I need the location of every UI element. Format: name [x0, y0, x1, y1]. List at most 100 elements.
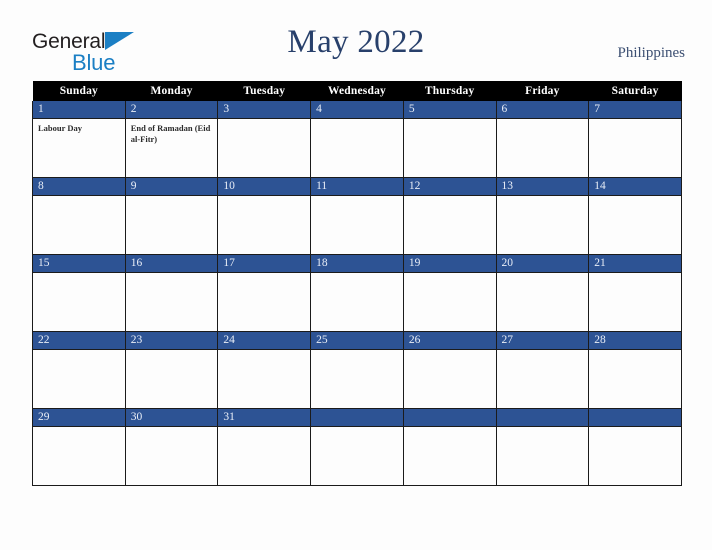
calendar-week-row: 15 16 17 18 19 20 21: [32, 254, 682, 332]
weekday-header-friday: Friday: [496, 81, 589, 101]
day-events: [218, 119, 310, 123]
calendar-day-cell[interactable]: 15: [32, 254, 126, 332]
day-events: [311, 273, 403, 277]
day-events: [33, 196, 125, 200]
calendar-week-row: 1 Labour Day 2 End of Ramadan (Eid al-Fitr)…: [32, 101, 682, 178]
calendar-day-cell[interactable]: 16: [124, 254, 219, 332]
day-events: [497, 196, 589, 200]
day-number: 17: [218, 255, 311, 273]
calendar-page: General Blue May 2022 Philippines Sunday…: [0, 0, 712, 550]
calendar-day-cell[interactable]: 13: [495, 177, 590, 255]
day-events: [497, 350, 589, 354]
holiday-label: End of Ramadan (Eid al-Fitr): [130, 123, 211, 144]
calendar-day-cell[interactable]: 30: [124, 408, 219, 486]
day-number: 8: [33, 178, 125, 196]
page-header: General Blue May 2022 Philippines: [0, 0, 712, 81]
calendar-day-cell[interactable]: 23: [124, 331, 219, 409]
calendar-day-cell[interactable]: [310, 408, 404, 486]
day-events: [311, 350, 403, 354]
day-events: [497, 427, 589, 431]
calendar-day-cell[interactable]: [495, 408, 590, 486]
day-number: 25: [311, 332, 403, 350]
calendar-day-cell[interactable]: 9: [124, 177, 219, 255]
day-events: [589, 350, 681, 354]
calendar-day-cell[interactable]: 27: [495, 331, 590, 409]
day-number: 10: [218, 178, 311, 196]
calendar-day-cell[interactable]: 25: [310, 331, 404, 409]
calendar-day-cell[interactable]: [588, 408, 682, 486]
day-events: [589, 119, 681, 123]
calendar-week-row: 29 30 31: [32, 408, 682, 486]
day-events: [126, 427, 218, 431]
calendar-day-cell[interactable]: 11: [310, 177, 404, 255]
day-number: [311, 409, 403, 427]
country-label: Philippines: [617, 45, 685, 61]
day-number: 27: [496, 332, 589, 350]
day-events: [311, 196, 403, 200]
day-events: [589, 196, 681, 200]
calendar-day-cell[interactable]: 10: [217, 177, 312, 255]
calendar-day-cell[interactable]: 7: [588, 101, 682, 178]
weekday-header-wednesday: Wednesday: [310, 81, 404, 101]
calendar-day-cell[interactable]: 20: [495, 254, 590, 332]
calendar-day-cell[interactable]: 5: [402, 101, 497, 178]
calendar-day-cell[interactable]: [402, 408, 497, 486]
calendar-day-cell[interactable]: 29: [32, 408, 126, 486]
calendar-day-cell[interactable]: 21: [588, 254, 682, 332]
calendar-body: 1 Labour Day 2 End of Ramadan (Eid al-Fitr)…: [32, 101, 682, 486]
calendar-day-cell[interactable]: 3: [217, 101, 312, 178]
day-number: 24: [218, 332, 311, 350]
day-number: 26: [403, 332, 496, 350]
calendar-day-cell[interactable]: 31: [217, 408, 312, 486]
day-number: 21: [589, 255, 681, 273]
day-events: [404, 350, 496, 354]
calendar-week-row: 22 23 24 25 26 27 28: [32, 331, 682, 409]
calendar-day-cell[interactable]: 22: [32, 331, 126, 409]
day-events: [218, 350, 310, 354]
calendar-day-cell[interactable]: 14: [588, 177, 682, 255]
day-number: 6: [496, 101, 589, 119]
holiday-label: Labour Day: [38, 123, 83, 133]
day-number: 15: [33, 255, 125, 273]
day-number: [403, 409, 496, 427]
calendar-day-cell[interactable]: 8: [32, 177, 126, 255]
day-number: 20: [496, 255, 589, 273]
day-number: 18: [311, 255, 403, 273]
calendar-day-cell[interactable]: 2 End of Ramadan (Eid al-Fitr): [124, 101, 219, 178]
day-number: 4: [311, 101, 403, 119]
weekday-header-sunday: Sunday: [32, 81, 126, 101]
day-number: 9: [125, 178, 218, 196]
day-events: [311, 119, 403, 123]
calendar-day-cell[interactable]: 19: [402, 254, 497, 332]
page-title: May 2022: [287, 24, 425, 60]
calendar-week-row: 8 9 10 11 12 13 14: [32, 177, 682, 255]
day-events: [311, 427, 403, 431]
day-number: 23: [125, 332, 218, 350]
calendar-day-cell[interactable]: 6: [495, 101, 590, 178]
day-number: 19: [403, 255, 496, 273]
day-events: [404, 273, 496, 277]
day-number: [496, 409, 589, 427]
day-events: [33, 427, 125, 431]
weekday-header-tuesday: Tuesday: [217, 81, 311, 101]
calendar-day-cell[interactable]: 26: [402, 331, 497, 409]
calendar-day-cell[interactable]: 18: [310, 254, 404, 332]
day-events: [404, 196, 496, 200]
calendar-day-cell[interactable]: 17: [217, 254, 312, 332]
day-number: [589, 409, 681, 427]
calendar-header-row: Sunday Monday Tuesday Wednesday Thursday…: [32, 81, 682, 101]
calendar-day-cell[interactable]: 28: [588, 331, 682, 409]
day-number: 16: [125, 255, 218, 273]
day-events: [218, 427, 310, 431]
calendar-day-cell[interactable]: 24: [217, 331, 312, 409]
weekday-header-thursday: Thursday: [403, 81, 497, 101]
calendar-day-cell[interactable]: 4: [310, 101, 404, 178]
day-events: [33, 273, 125, 277]
day-number: 3: [218, 101, 311, 119]
calendar-table: Sunday Monday Tuesday Wednesday Thursday…: [32, 81, 682, 486]
day-events: [33, 350, 125, 354]
day-number: 22: [33, 332, 125, 350]
day-number: 29: [33, 409, 125, 427]
calendar-day-cell[interactable]: 1 Labour Day: [32, 101, 126, 178]
calendar-day-cell[interactable]: 12: [402, 177, 497, 255]
